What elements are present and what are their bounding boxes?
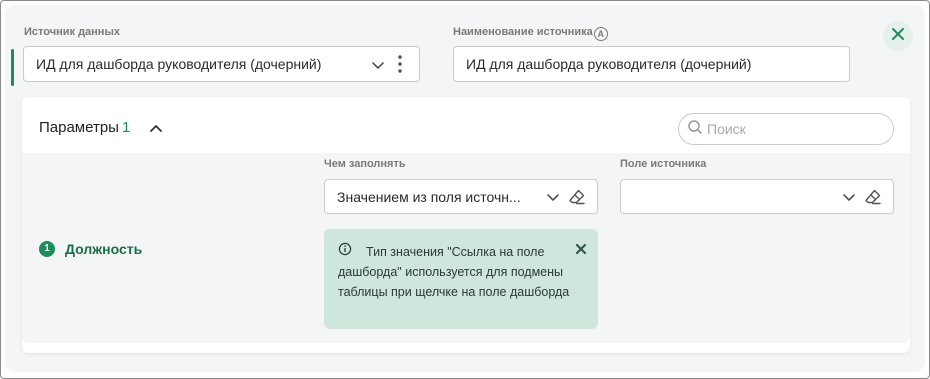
parameters-title[interactable]: Параметры 1 bbox=[39, 119, 130, 136]
eraser-icon[interactable] bbox=[864, 188, 882, 206]
source-name-input[interactable]: ИД для дашборда руководителя (дочерний) bbox=[453, 46, 850, 82]
parameters-title-text: Параметры bbox=[39, 119, 119, 136]
fill-with-column-label: Чем заполнять bbox=[324, 158, 406, 170]
source-name-label-text: Наименование источника bbox=[453, 26, 593, 38]
parameters-card: Параметры 1 Поиск Чем заполнять Поле исто… bbox=[22, 97, 910, 353]
fill-with-value: Значением из поля источн... bbox=[337, 188, 521, 205]
search-icon bbox=[687, 119, 703, 140]
data-source-select[interactable]: ИД для дашборда руководителя (дочерний) bbox=[23, 46, 420, 82]
chevron-down-icon[interactable] bbox=[841, 189, 857, 205]
search-placeholder: Поиск bbox=[707, 121, 746, 137]
fill-with-select[interactable]: Значением из поля источн... bbox=[324, 179, 598, 214]
data-source-value: ИД для дашборда руководителя (дочерний) bbox=[36, 56, 322, 72]
close-button[interactable] bbox=[883, 21, 913, 51]
source-name-value: ИД для дашборда руководителя (дочерний) bbox=[466, 56, 752, 72]
info-notice-text: Тип значения "Ссылка на поле дашборда" и… bbox=[338, 245, 570, 299]
parameters-search-input[interactable]: Поиск bbox=[678, 113, 894, 145]
source-field-select[interactable] bbox=[620, 179, 894, 214]
eraser-icon[interactable] bbox=[568, 188, 586, 206]
source-field-column-label: Поле источника bbox=[620, 158, 707, 170]
parameter-row-name: 1 Должность bbox=[39, 241, 142, 257]
chevron-down-icon[interactable] bbox=[370, 57, 386, 73]
active-indicator bbox=[11, 49, 14, 86]
parameter-number-badge: 1 bbox=[39, 241, 55, 257]
data-source-label: Источник данных bbox=[24, 26, 120, 38]
auto-name-icon: A bbox=[593, 27, 608, 41]
kebab-menu-icon[interactable] bbox=[397, 54, 403, 74]
chevron-up-icon[interactable] bbox=[148, 120, 164, 141]
dialog-frame: Источник данных ИД для дашборда руководи… bbox=[0, 0, 930, 379]
parameters-count: 1 bbox=[121, 119, 131, 136]
chevron-down-icon[interactable] bbox=[545, 189, 561, 205]
source-name-label: Наименование источника A bbox=[453, 26, 608, 41]
parameters-header: Параметры 1 Поиск bbox=[22, 97, 910, 153]
source-panel: Источник данных ИД для дашборда руководи… bbox=[5, 5, 925, 372]
parameters-body: Чем заполнять Поле источника 1 Должность… bbox=[22, 153, 910, 343]
parameter-name-text: Должность bbox=[65, 241, 143, 257]
info-notice: Тип значения "Ссылка на поле дашборда" и… bbox=[324, 229, 598, 329]
close-icon[interactable] bbox=[575, 242, 587, 260]
close-icon bbox=[891, 27, 905, 46]
